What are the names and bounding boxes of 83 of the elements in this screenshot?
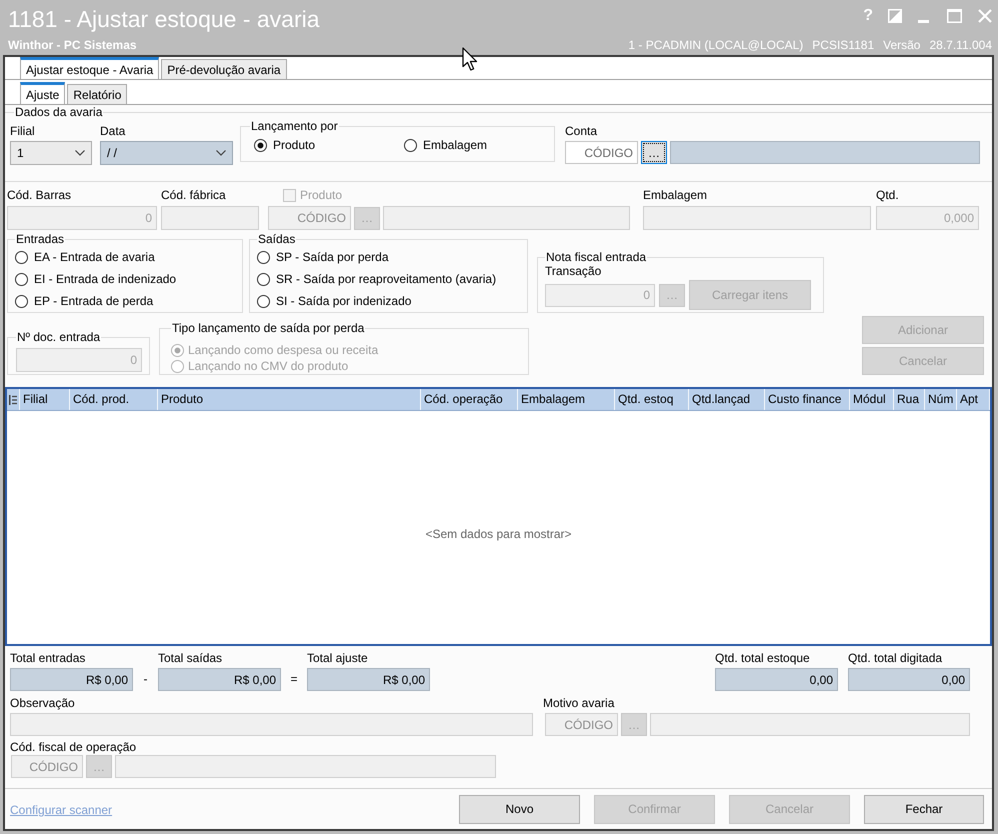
minimize-icon[interactable] [918, 20, 929, 23]
radio-button[interactable] [254, 138, 267, 152]
option-label[interactable]: SR - Saída por reaproveitamento (avaria) [276, 272, 496, 286]
tab[interactable]: Relatório [67, 84, 128, 104]
group-title: Tipo lançamento de saída por perda [171, 322, 366, 335]
field-label: Qtd. [876, 187, 900, 203]
option-label[interactable]: EP - Entrada de perda [34, 294, 154, 308]
column-header[interactable]: Embalagem [518, 389, 615, 410]
caret-icon [216, 150, 226, 156]
radio-button[interactable] [257, 272, 270, 286]
field-label: Observação [10, 696, 76, 710]
column-header[interactable]: Filial [20, 389, 70, 410]
maximize-icon[interactable] [947, 9, 962, 23]
group-title: Nota fiscal entrada [545, 251, 648, 264]
field-label: Qtd. total digitada [848, 651, 944, 665]
field-label: Cód. fiscal de operação [10, 740, 138, 754]
column-header[interactable]: Custo finance [765, 389, 850, 410]
total-field[interactable]: 0,00 [848, 668, 970, 691]
app-subtitle: Winthor - PC Sistemas [8, 38, 137, 52]
total-field[interactable]: 0,00 [715, 668, 838, 691]
radio-button[interactable] [257, 294, 270, 308]
column-header[interactable]: Cód. prod. [70, 389, 158, 410]
version-label: Versão [883, 38, 920, 52]
lookup-button[interactable]: … [641, 141, 667, 164]
option-label[interactable]: EI - Entrada de indenizado [34, 272, 176, 286]
column-header[interactable]: Qtd.lançad [689, 389, 765, 410]
group-title: Saídas [257, 233, 296, 246]
tab[interactable]: Ajustar estoque - Avaria [20, 57, 160, 79]
group-title: Lançamento por [250, 120, 339, 133]
radio-button[interactable] [15, 294, 28, 308]
radio-button[interactable] [15, 250, 28, 264]
column-header[interactable]: Cód. operação [421, 389, 518, 410]
option-label[interactable]: SI - Saída por indenizado [276, 294, 412, 308]
field-label: Motivo avaria [543, 696, 616, 710]
total-field[interactable]: R$ 0,00 [158, 668, 281, 691]
column-header[interactable]: Qtd. estoq [615, 389, 689, 410]
close-icon[interactable] [978, 9, 992, 23]
footer-button[interactable]: Novo [459, 794, 580, 824]
column-header[interactable]: Módul [850, 389, 894, 410]
group-title: Nº doc. entrada [16, 331, 102, 344]
field-label: Total ajuste [307, 651, 369, 665]
equals-sign: = [289, 671, 298, 688]
field-label: Cód. fábrica [161, 187, 227, 203]
field-label: Total saídas [158, 651, 224, 665]
group-title: Entradas [15, 233, 66, 246]
field-label: Qtd. total estoque [715, 651, 811, 665]
program-code: PCSIS1181 [812, 38, 874, 52]
contrast-icon[interactable] [888, 9, 902, 23]
field-label: Transação [545, 264, 602, 278]
caret-icon [75, 150, 85, 156]
field-label: Embalagem [643, 187, 708, 203]
column-header[interactable]: Núm [925, 389, 957, 410]
empty-message: <Sem dados para mostrar> [425, 526, 572, 540]
version-number: 28.7.11.004 [929, 38, 992, 52]
column-chooser-icon[interactable] [9, 394, 17, 404]
footer-button[interactable]: Fechar [864, 794, 984, 824]
code-field[interactable]: CÓDIGO [565, 141, 638, 164]
field-label: Cód. Barras [7, 187, 72, 203]
column-header[interactable]: Apt [957, 389, 990, 410]
description-field[interactable] [670, 141, 980, 164]
date-dropdown[interactable]: / / [100, 141, 233, 165]
field-label: Total entradas [10, 651, 86, 665]
radio-button[interactable] [404, 138, 417, 152]
radio-button[interactable] [15, 272, 28, 286]
total-field[interactable]: R$ 0,00 [307, 668, 430, 691]
option-label[interactable]: Produto [273, 138, 316, 152]
tab[interactable]: Pré-devolução avaria [161, 59, 287, 79]
group-title: Dados da avaria [14, 106, 104, 119]
option-label[interactable]: SP - Saída por perda [276, 250, 389, 264]
field-label: Filial [10, 124, 36, 138]
user-info: 1 - PCADMIN (LOCAL@LOCAL) [628, 38, 804, 52]
column-header[interactable]: Rua [894, 389, 925, 410]
window-title: 1181 - Ajustar estoque - avaria [8, 6, 320, 32]
minus-sign: - [142, 671, 148, 688]
column-header[interactable]: Produto [158, 389, 421, 410]
tab[interactable]: Ajuste [20, 82, 66, 104]
total-field[interactable]: R$ 0,00 [10, 668, 133, 691]
filial-dropdown[interactable]: 1 [10, 141, 92, 165]
option-label[interactable]: EA - Entrada de avaria [34, 250, 155, 264]
radio-button[interactable] [257, 250, 270, 264]
field-label: Conta [565, 124, 598, 138]
option-label[interactable]: Embalagem [423, 138, 488, 152]
field-label: Data [100, 124, 126, 138]
